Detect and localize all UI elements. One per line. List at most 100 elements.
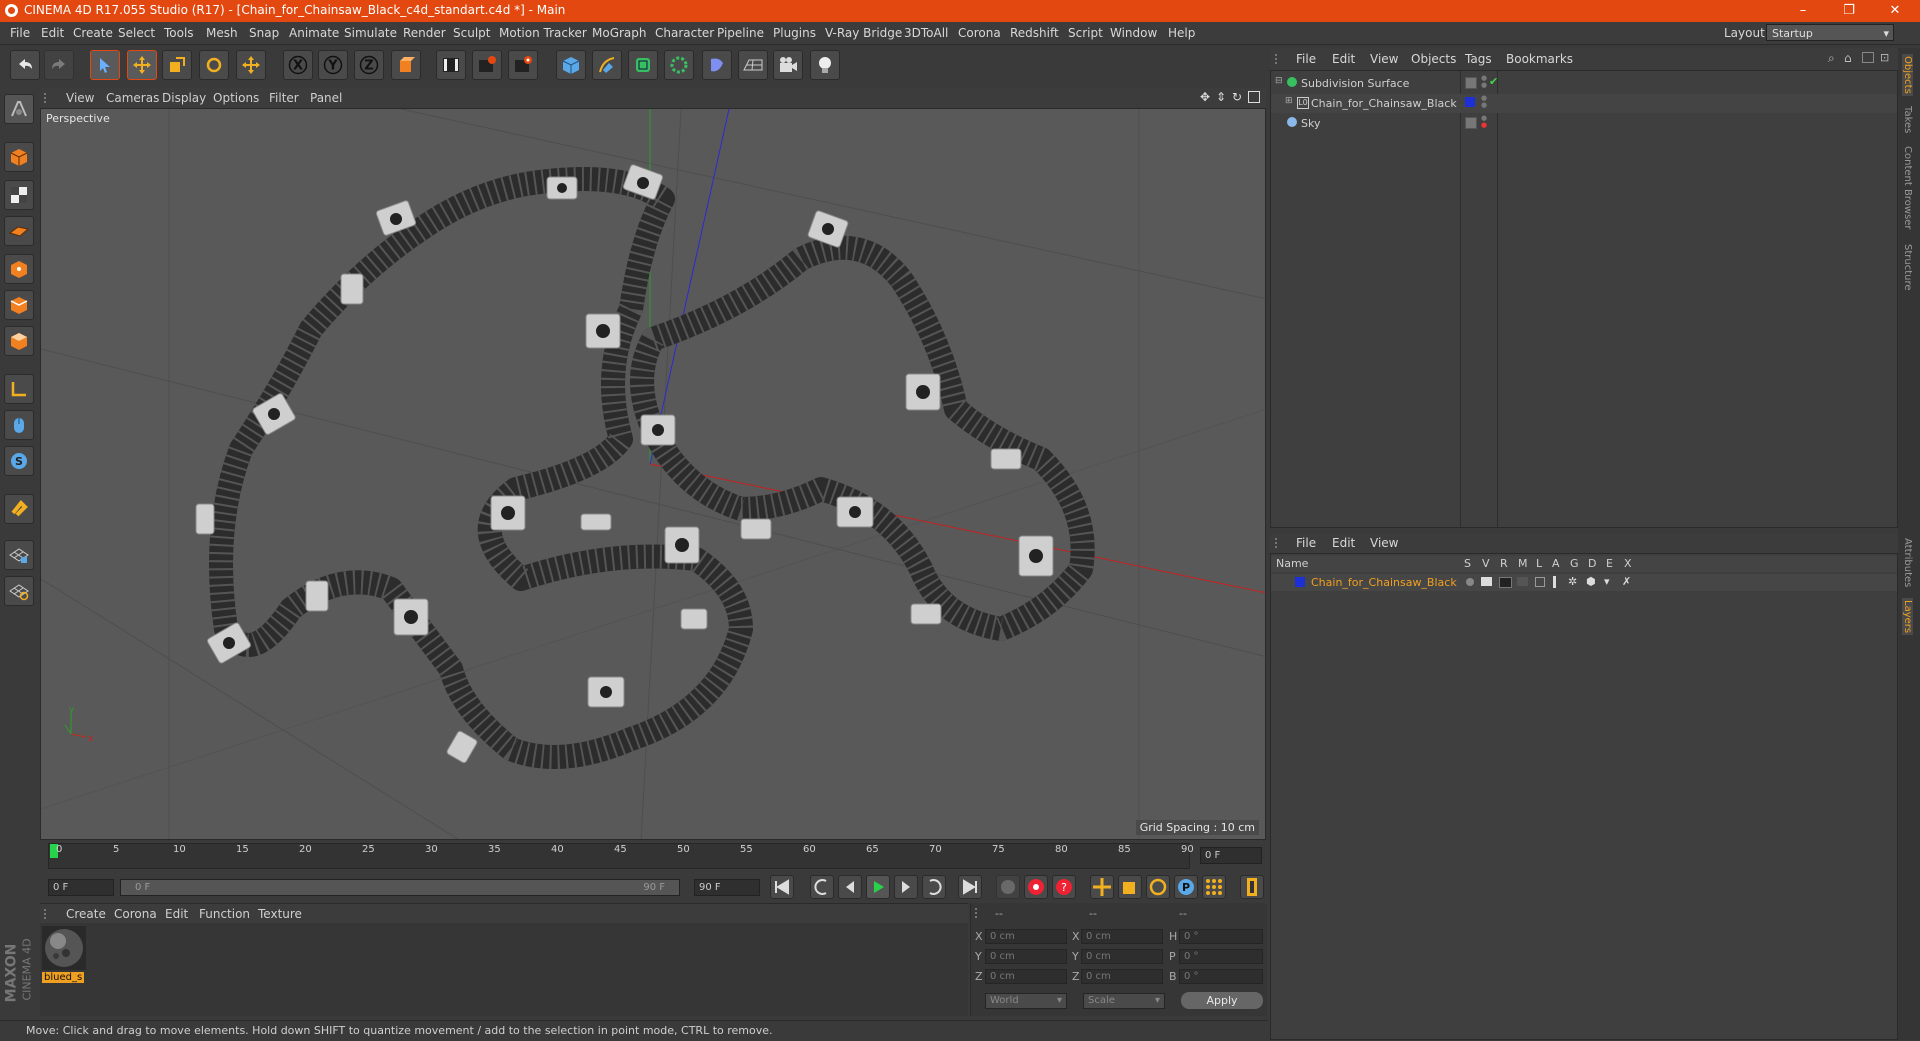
tab-attributes[interactable]: Attributes [1902,538,1913,587]
object-row-chain[interactable]: ⊞ L0 Chain_for_Chainsaw_Black ● ● [1271,94,1897,113]
frame-range-slider[interactable]: 0 F 90 F [120,879,680,896]
rotation-h-field[interactable]: 0 ° [1179,929,1263,944]
next-key-button[interactable] [922,875,946,899]
select-tool-button[interactable] [90,50,120,80]
go-to-start-button[interactable] [770,875,794,899]
menu-animate[interactable]: Animate [289,26,339,40]
key-position-button[interactable] [1090,875,1114,899]
previous-key-button[interactable] [810,875,834,899]
start-frame-field[interactable]: 0 F [48,879,114,896]
animation-toggle-icon[interactable] [1553,576,1556,588]
menu-motion-tracker[interactable]: Motion Tracker [499,26,587,40]
record-button[interactable] [1024,875,1048,899]
menu-3dtoall[interactable]: 3DToAll [904,26,948,40]
position-x-field[interactable]: 0 cm [985,929,1067,944]
home-icon[interactable]: ⌂ [1844,51,1852,65]
end-frame-field[interactable]: 90 F [694,879,760,896]
view-toggle-icon[interactable] [1481,577,1492,586]
menu-script[interactable]: Script [1068,26,1103,40]
object-menu-tags[interactable]: Tags [1465,52,1492,66]
expand-icon[interactable]: ⊞ [1285,96,1293,106]
subdivision-button[interactable] [628,50,658,80]
position-z-field[interactable]: 0 cm [985,969,1067,984]
coordinate-system-button[interactable] [391,50,421,80]
material-menu-create[interactable]: Create [66,907,106,921]
object-menu-view[interactable]: View [1370,52,1398,66]
render-settings-button[interactable] [508,50,538,80]
material-menu-function[interactable]: Function [199,907,250,921]
go-to-end-button[interactable] [958,875,982,899]
tab-layers[interactable]: Layers [1902,598,1913,636]
manager-toggle-icon[interactable] [1517,577,1528,586]
snap-button[interactable]: S [4,446,34,476]
render-picture-viewer-button[interactable] [472,50,502,80]
y-axis-button[interactable]: Y [318,50,348,80]
size-x-field[interactable]: 0 cm [1081,929,1163,944]
magnet-button[interactable] [4,494,34,524]
search-icon[interactable]: ⌕ [1828,51,1835,66]
menu-window[interactable]: Window [1110,26,1157,40]
viewport-menu-view[interactable]: View [66,91,94,105]
menu-corona[interactable]: Corona [958,26,1001,40]
deformers-toggle-icon[interactable]: ⬢ [1586,575,1596,588]
previous-frame-button[interactable] [838,875,862,899]
object-menu-file[interactable]: File [1296,52,1316,66]
layer-tag-icon[interactable] [1465,77,1477,89]
next-frame-button[interactable] [894,875,918,899]
menu-render[interactable]: Render [403,26,446,40]
motion-record-button[interactable] [996,875,1020,899]
layer-menu-edit[interactable]: Edit [1332,536,1355,550]
axis-mode-button[interactable] [4,374,34,404]
points-mode-button[interactable] [4,254,34,284]
tab-content-browser[interactable]: Content Browser [1902,146,1913,229]
tab-takes[interactable]: Takes [1902,106,1913,133]
material-menu-edit[interactable]: Edit [165,907,188,921]
viewport-menu-display[interactable]: Display [162,91,206,105]
polygons-mode-button[interactable] [4,326,34,356]
menu-edit[interactable]: Edit [41,26,64,40]
coordinate-mode-select[interactable]: World ▾ [985,993,1067,1009]
render-toggle-icon[interactable] [1499,577,1512,588]
texture-mode-button[interactable] [4,180,34,210]
viewport-maximize-icon[interactable] [1248,91,1260,103]
xrefs-toggle-icon[interactable]: ✗ [1622,575,1631,588]
array-button[interactable] [664,50,694,80]
move-tool-button[interactable] [127,50,157,80]
workplane-mode-button[interactable] [4,216,34,246]
layer-menu-file[interactable]: File [1296,536,1316,550]
menu-character[interactable]: Character [655,26,714,40]
cube-button[interactable] [556,50,586,80]
size-y-field[interactable]: 0 cm [1081,949,1163,964]
layer-color-swatch[interactable] [1295,577,1305,587]
layer-tag-icon[interactable] [1465,117,1477,129]
move-last-tool-button[interactable] [236,50,266,80]
edges-mode-button[interactable] [4,290,34,320]
generators-toggle-icon[interactable]: ✲ [1568,575,1577,588]
make-editable-button[interactable] [4,94,34,124]
viewport-menu-cameras[interactable]: Cameras [106,91,159,105]
key-scale-button[interactable] [1118,875,1142,899]
menu-file[interactable]: File [10,26,30,40]
render-view-button[interactable] [436,50,466,80]
material-swatch[interactable]: blued_s [42,926,86,986]
minimize-button[interactable]: – [1780,0,1826,22]
close-button[interactable]: ✕ [1872,0,1918,22]
menu-help[interactable]: Help [1168,26,1195,40]
position-y-field[interactable]: 0 cm [985,949,1067,964]
menu-mograph[interactable]: MoGraph [592,26,647,40]
visibility-dots-icon[interactable]: ● ● [1481,115,1487,129]
viewport-pan-icon[interactable]: ✥ [1200,90,1210,104]
enabled-check-icon[interactable]: ✔ [1489,75,1498,88]
tab-structure[interactable]: Structure [1902,244,1913,291]
rotation-p-field[interactable]: 0 ° [1179,949,1263,964]
new-window-icon[interactable] [1862,52,1874,63]
rotation-b-field[interactable]: 0 ° [1179,969,1263,984]
maximize-button[interactable]: ❐ [1826,0,1872,22]
play-button[interactable] [866,875,890,899]
camera-button[interactable] [773,50,803,80]
undo-button[interactable] [10,50,40,80]
key-point-level-button[interactable] [1202,875,1226,899]
menu-snap[interactable]: Snap [249,26,279,40]
expressions-toggle-icon[interactable]: ▾ [1604,575,1610,588]
timeline-window-button[interactable] [1240,875,1264,899]
